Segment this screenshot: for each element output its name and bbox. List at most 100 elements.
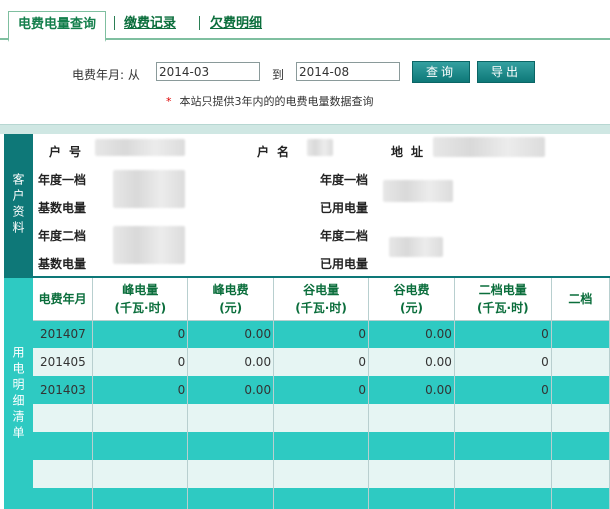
- table-cell: 201403: [33, 376, 94, 404]
- table-cell: [551, 376, 610, 404]
- table-cell: [273, 488, 370, 509]
- customer-info-panel: 户号 户名 地址 年度一档 基数电量 年度一档 已用电量 年度二档 基数电量 年…: [33, 134, 610, 276]
- table-row[interactable]: [33, 488, 610, 509]
- customer-info-side-label: 客户资料: [4, 134, 33, 276]
- table-cell: [187, 404, 275, 432]
- to-label: 到: [272, 68, 285, 82]
- account-name-value: [307, 139, 333, 156]
- column-header-title: 电费年月: [38, 291, 87, 306]
- export-button[interactable]: 导出: [477, 61, 535, 83]
- tier2-used-value: [389, 237, 443, 257]
- table-cell: 0: [454, 320, 552, 348]
- table-cell: [273, 432, 370, 460]
- table-cell: [551, 320, 610, 348]
- column-header-title: 峰电费: [212, 282, 249, 297]
- column-header: 二档电量 (千瓦·时): [454, 278, 552, 321]
- tier2-base-label2: 基数电量: [38, 257, 87, 271]
- table-row[interactable]: 201403 0 0.00 0 0.00 0: [33, 376, 610, 404]
- table-cell: 0.00: [368, 320, 455, 348]
- column-header-title: 谷电费: [393, 282, 430, 297]
- tab-payment-records[interactable]: 缴费记录: [124, 11, 176, 40]
- tier2-base-value: [113, 226, 185, 264]
- table-row[interactable]: 201405 0 0.00 0 0.00 0: [33, 348, 610, 376]
- usage-detail-side-label: 用电明细清单: [4, 276, 33, 509]
- table-cell: 0: [454, 348, 552, 376]
- to-month-input[interactable]: [296, 62, 400, 81]
- table-cell: [33, 488, 94, 509]
- table-cell: 0: [92, 376, 189, 404]
- tier1-used-value: [383, 180, 453, 202]
- table-cell: [454, 460, 552, 488]
- column-header: 峰电量 (千瓦·时): [92, 278, 189, 321]
- table-row[interactable]: 201407 0 0.00 0 0.00 0: [33, 320, 610, 348]
- account-number-value: [95, 139, 185, 156]
- usage-detail-table: 电费年月 峰电量 (千瓦·时) 峰电费 (元) 谷电量 (千瓦·时) 谷电费 (元) 二档电量 (千…: [33, 278, 610, 509]
- table-row[interactable]: [33, 432, 610, 460]
- tier1-base-label: 年度一档: [38, 173, 87, 187]
- table-cell: [33, 460, 94, 488]
- table-cell: [368, 460, 455, 488]
- table-row[interactable]: [33, 460, 610, 488]
- tab-separator: [114, 16, 115, 30]
- table-cell: 0: [92, 348, 189, 376]
- table-cell: [92, 432, 189, 460]
- required-star: *: [166, 95, 172, 108]
- table-cell: 0: [454, 376, 552, 404]
- tier2-used-label: 年度二档: [320, 229, 369, 243]
- column-header-unit: (元): [219, 300, 243, 315]
- tier1-base-label2: 基数电量: [38, 201, 87, 215]
- table-cell: [368, 488, 455, 509]
- tier2-used-label2: 已用电量: [320, 257, 369, 271]
- column-header: 谷电费 (元): [368, 278, 455, 321]
- column-header: 二档: [551, 278, 610, 321]
- column-header-unit: (千瓦·时): [295, 300, 347, 315]
- search-panel: 电费年月: 从 到 查询 导出 * 本站只提供3年内的的电费电量数据查询: [0, 40, 610, 120]
- table-cell: [454, 432, 552, 460]
- table-cell: 0.00: [368, 376, 455, 404]
- note-text: 本站只提供3年内的的电费电量数据查询: [179, 95, 374, 108]
- table-cell: [368, 404, 455, 432]
- table-row[interactable]: [33, 404, 610, 432]
- table-cell: 201405: [33, 348, 94, 376]
- query-button[interactable]: 查询: [412, 61, 470, 83]
- table-cell: 0.00: [187, 348, 275, 376]
- tab-electricity-query[interactable]: 电费电量查询: [8, 11, 106, 42]
- section-divider: [0, 124, 610, 134]
- column-header-unit: (千瓦·时): [114, 300, 167, 315]
- table-cell: 0: [273, 376, 370, 404]
- data-range-note: * 本站只提供3年内的的电费电量数据查询: [166, 93, 374, 109]
- table-cell: [454, 404, 552, 432]
- column-header-unit: (千瓦·时): [477, 300, 529, 315]
- table-cell: 0: [92, 320, 189, 348]
- table-cell: 0.00: [187, 376, 275, 404]
- column-header-unit: (元): [399, 300, 423, 315]
- table-cell: [92, 460, 189, 488]
- table-cell: [187, 432, 275, 460]
- billing-month-label: 电费年月: 从: [72, 68, 140, 82]
- tab-arrears-detail[interactable]: 欠费明细: [210, 11, 262, 40]
- table-cell: [33, 404, 94, 432]
- address-label: 地址: [391, 145, 432, 159]
- table-cell: 0: [273, 348, 370, 376]
- column-header: 谷电量 (千瓦·时): [273, 278, 370, 321]
- address-value: [433, 137, 545, 157]
- tier1-used-label: 年度一档: [320, 173, 369, 187]
- table-cell: [551, 404, 610, 432]
- table-cell: 0.00: [368, 348, 455, 376]
- table-cell: [92, 404, 189, 432]
- column-header-title: 二档电量: [478, 282, 527, 297]
- table-cell: [551, 432, 610, 460]
- column-header-title: 峰电量: [122, 282, 159, 297]
- tier1-base-value: [113, 170, 185, 208]
- from-month-input[interactable]: [156, 62, 260, 81]
- table-cell: [33, 432, 94, 460]
- column-header-title: 二档: [568, 291, 593, 306]
- table-cell: [273, 460, 370, 488]
- table-cell: [551, 460, 610, 488]
- table-cell: [368, 432, 455, 460]
- table-cell: [273, 404, 370, 432]
- table-cell: 0.00: [187, 320, 275, 348]
- tier2-base-label: 年度二档: [38, 229, 87, 243]
- column-header: 峰电费 (元): [187, 278, 275, 321]
- tab-separator: [199, 16, 200, 30]
